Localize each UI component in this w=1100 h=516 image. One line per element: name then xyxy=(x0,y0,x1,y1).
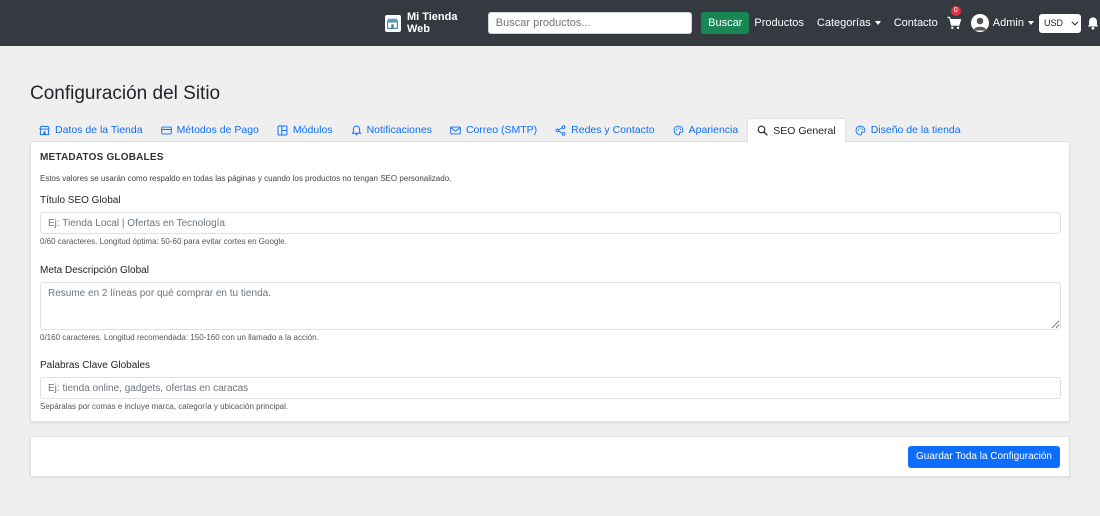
caret-down-icon xyxy=(874,21,881,25)
brand-name: Mi Tienda Web xyxy=(406,11,458,35)
nav-link-contacto[interactable]: Contacto xyxy=(894,17,938,29)
top-navbar: Mi Tienda Web Buscar Productos Categoría… xyxy=(0,0,1100,46)
currency-value: USD xyxy=(1043,18,1063,28)
cart-count-badge: 0 xyxy=(950,6,961,16)
meta-description-textarea[interactable] xyxy=(40,282,1061,330)
palette-icon xyxy=(855,125,866,135)
keywords-input[interactable] xyxy=(40,377,1061,399)
seo-title-input[interactable] xyxy=(40,212,1061,234)
brand[interactable]: Mi Tienda Web xyxy=(385,11,479,35)
save-all-button[interactable]: Guardar Toda la Configuración xyxy=(907,445,1060,468)
notifications-button[interactable] xyxy=(1086,16,1100,30)
tab-datos-tienda[interactable]: Datos de la Tienda xyxy=(30,118,152,142)
tab-redes-contacto[interactable]: Redes y Contacto xyxy=(546,118,663,142)
main-content: Configuración del Sitio Datos de la Tien… xyxy=(30,46,1070,477)
keywords-help: Sepáralas por comas e incluye marca, cat… xyxy=(40,402,289,411)
nav-link-productos[interactable]: Productos xyxy=(754,17,804,29)
tab-label: Datos de la Tienda xyxy=(55,124,143,136)
chevron-down-icon xyxy=(1071,18,1079,26)
tab-label: Diseño de la tienda xyxy=(870,124,961,136)
credit-card-icon xyxy=(160,126,172,134)
currency-select[interactable]: USD xyxy=(1038,13,1081,33)
tab-metodos-pago[interactable]: Métodos de Pago xyxy=(152,118,268,142)
bell-icon xyxy=(350,125,362,136)
actions-card: Guardar Toda la Configuración xyxy=(30,436,1070,477)
keywords-label: Palabras Clave Globales xyxy=(40,360,151,371)
tab-label: Métodos de Pago xyxy=(176,124,259,136)
search-input[interactable] xyxy=(487,12,693,34)
avatar xyxy=(970,14,989,32)
store-logo-icon xyxy=(385,14,401,32)
user-name: Admin xyxy=(992,17,1024,29)
section-title: METADATOS GLOBALES xyxy=(40,152,164,163)
page-title: Configuración del Sitio xyxy=(30,83,221,104)
nav-link-categorias-label: Categorías xyxy=(816,17,871,29)
cart-button[interactable]: 0 xyxy=(947,6,962,31)
seo-settings-card: METADATOS GLOBALES Estos valores se usar… xyxy=(30,142,1070,422)
store-icon xyxy=(39,125,50,135)
tab-seo-general[interactable]: SEO General xyxy=(747,118,846,143)
user-menu[interactable]: Admin xyxy=(970,14,1034,32)
caret-down-icon xyxy=(1027,21,1034,25)
seo-title-help: 0/60 caracteres. Longitud óptima: 50-60 … xyxy=(40,237,287,246)
modules-icon xyxy=(277,125,288,135)
tab-label: Apariencia xyxy=(688,124,739,136)
tab-apariencia[interactable]: Apariencia xyxy=(664,118,748,142)
meta-description-help: 0/160 caracteres. Longitud recomendada: … xyxy=(40,333,319,342)
seo-title-label: Título SEO Global xyxy=(40,195,121,206)
search-icon xyxy=(757,125,768,136)
tab-label: Módulos xyxy=(292,124,333,136)
meta-description-label: Meta Descripción Global xyxy=(40,265,149,276)
tab-label: Redes y Contacto xyxy=(571,124,655,136)
search-button[interactable]: Buscar xyxy=(701,12,750,34)
tab-correo-smtp[interactable]: Correo (SMTP) xyxy=(441,118,546,142)
tab-diseno-tienda[interactable]: Diseño de la tienda xyxy=(846,118,970,142)
section-description: Estos valores se usarán como respaldo en… xyxy=(40,174,452,183)
share-icon xyxy=(555,124,566,136)
tab-label: SEO General xyxy=(773,124,836,137)
bell-icon xyxy=(1087,17,1099,30)
tab-label: Correo (SMTP) xyxy=(465,124,538,136)
palette-icon xyxy=(673,125,684,135)
tab-notificaciones[interactable]: Notificaciones xyxy=(342,118,441,142)
settings-tabs: Datos de la Tienda Métodos de Pago Módul… xyxy=(30,118,1070,143)
tab-modulos[interactable]: Módulos xyxy=(268,118,342,142)
tab-label: Notificaciones xyxy=(366,124,432,136)
envelope-icon xyxy=(450,126,461,134)
cart-icon xyxy=(947,16,961,30)
nav-link-categorias[interactable]: Categorías xyxy=(817,17,881,29)
